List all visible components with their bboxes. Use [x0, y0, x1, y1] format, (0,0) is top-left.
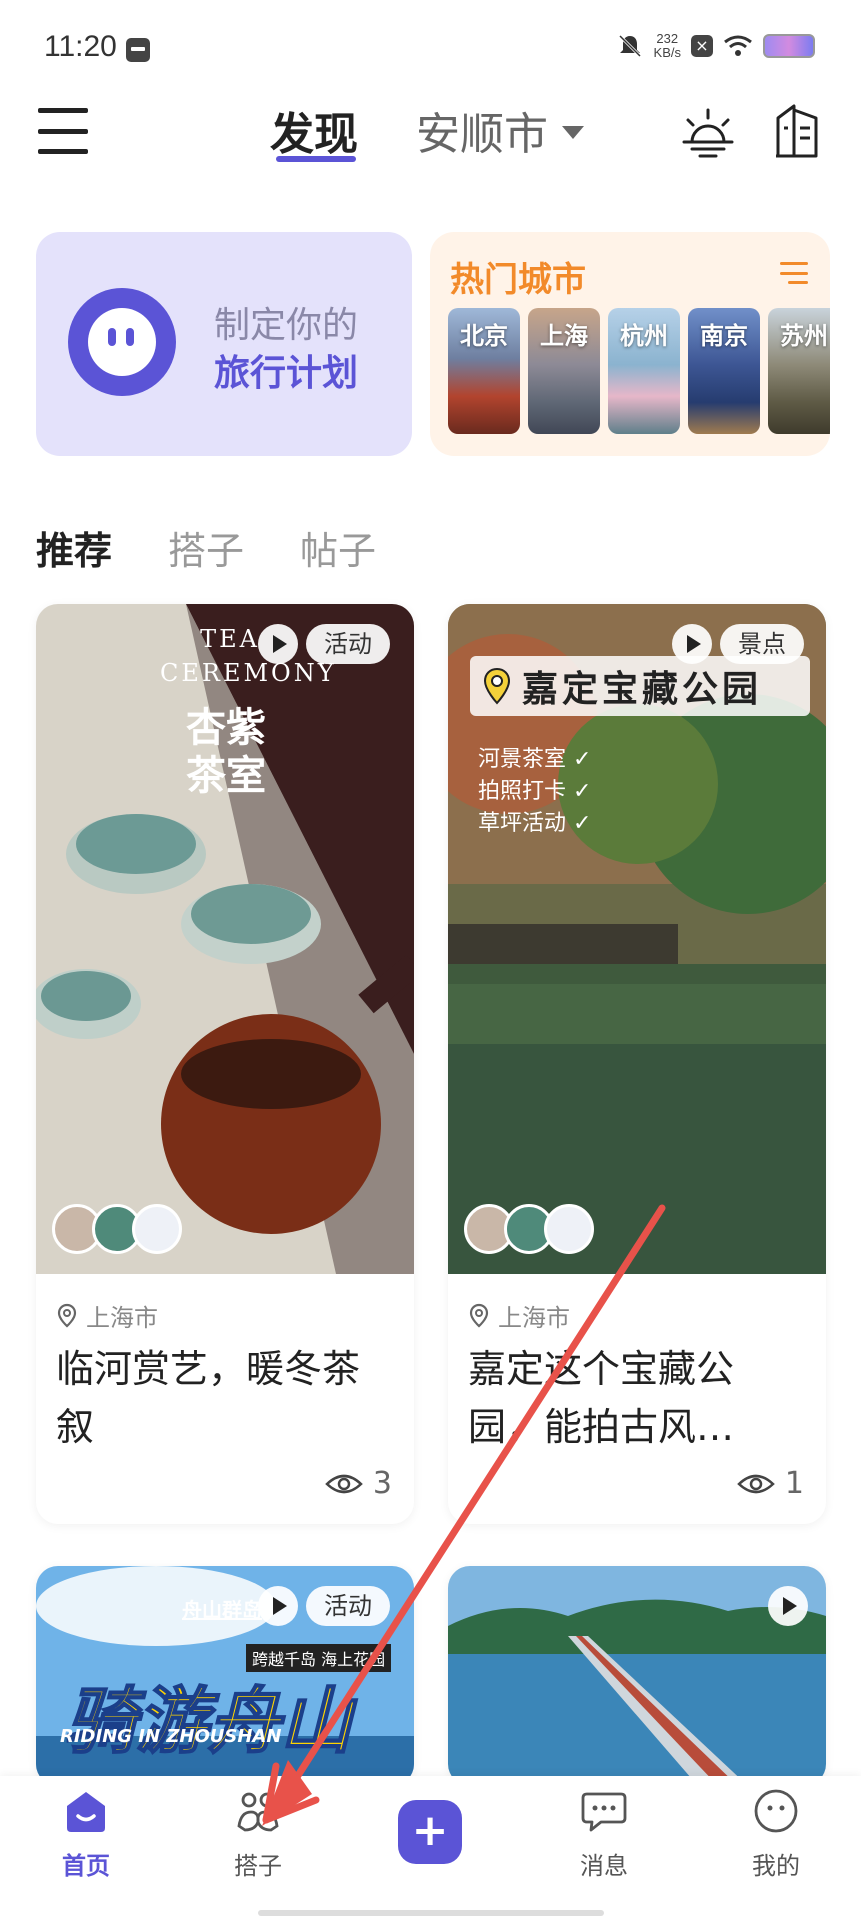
- card-overlay-cn: 杏紫 茶室: [186, 704, 266, 799]
- plan-card-line2: 旅行计划: [214, 353, 359, 394]
- mute-bell-icon: [618, 34, 641, 58]
- feed-card-park[interactable]: 嘉定宝藏公园 河景茶室 ✓ 拍照打卡 ✓ 草坪活动 ✓ 景点 上海市 嘉定这个宝…: [448, 604, 826, 1524]
- city-label-hangzhou: 杭州: [620, 322, 668, 350]
- add-post-button[interactable]: +: [398, 1800, 462, 1864]
- planner-mascot-icon: [68, 288, 176, 396]
- checklist-item: 河景茶室 ✓: [478, 747, 592, 772]
- mascot-face: [88, 308, 156, 376]
- card-location: 上海市: [56, 1298, 158, 1333]
- location-pin-icon: [469, 1303, 489, 1327]
- home-icon: [67, 1792, 105, 1832]
- city-label: 安顺市: [416, 109, 548, 160]
- plan-card-line1: 制定你的: [214, 305, 359, 346]
- city-selector[interactable]: 安顺市: [416, 98, 584, 162]
- list-icon[interactable]: [780, 262, 808, 284]
- card-views: 3: [325, 1466, 392, 1501]
- bottom-nav: 首页 搭子 + 消息 我的: [0, 1776, 861, 1920]
- nav-messages[interactable]: 消息: [544, 1786, 664, 1881]
- city-label-suzhou: 苏州: [780, 322, 828, 350]
- close-notif-icon: ×: [691, 35, 713, 57]
- nav-label-buddies: 搭子: [234, 1852, 282, 1880]
- net-speed: 232 KB/s: [654, 32, 681, 60]
- top-header: 发现 安顺市: [0, 90, 861, 180]
- tab-buddies[interactable]: 搭子: [168, 520, 244, 575]
- tab-discover-underline: [276, 156, 356, 162]
- card-views-count: 3: [372, 1466, 392, 1501]
- city-thumb-suzhou[interactable]: 苏州: [768, 308, 830, 434]
- card-title: 嘉定这个宝藏公园，能拍古风…: [468, 1347, 735, 1449]
- play-icon: [258, 1586, 298, 1626]
- card-overlay-title: 嘉定宝藏公园: [522, 669, 763, 710]
- checklist-item: 拍照打卡 ✓: [478, 779, 592, 804]
- tab-discover[interactable]: 发现: [270, 98, 358, 162]
- play-icon: [672, 624, 712, 664]
- card-tag: 活动: [306, 1586, 390, 1626]
- card-overlay-banner: 嘉定宝藏公园: [470, 656, 810, 716]
- net-speed-value: 232: [656, 31, 679, 46]
- tab-posts[interactable]: 帖子: [300, 520, 376, 575]
- nav-profile[interactable]: 我的: [716, 1786, 836, 1881]
- status-right-icons: 232 KB/s ×: [616, 32, 815, 60]
- sim-icon: [126, 38, 150, 62]
- hot-cities-title: 热门城市: [450, 260, 586, 300]
- wifi-icon: [724, 35, 752, 56]
- profile-icon: [754, 1789, 798, 1833]
- city-thumb-shanghai[interactable]: 上海: [528, 308, 600, 434]
- eye-icon: [325, 1474, 363, 1493]
- net-speed-unit: KB/s: [653, 45, 681, 60]
- feed-section-tabs: 推荐 搭子 帖子: [36, 520, 376, 575]
- battery-icon: [763, 34, 815, 58]
- card-location: 上海市: [468, 1298, 570, 1333]
- eye-icon: [737, 1474, 775, 1493]
- city-thumbs: 北京 上海 杭州 南京 苏州: [448, 308, 830, 434]
- feed-card-zhoushan[interactable]: 舟山群岛 跨越千岛 海上花园 骑游舟山 RIDING IN ZHOUSHAN 活…: [36, 1566, 414, 1786]
- card-overlay-en: RIDING IN ZHOUSHAN: [60, 1726, 282, 1747]
- home-indicator: [258, 1910, 604, 1916]
- nav-buddies[interactable]: 搭子: [198, 1786, 318, 1881]
- card-title: 临河赏艺，暖冬茶叙: [56, 1347, 361, 1449]
- nav-label-profile: 我的: [752, 1852, 800, 1880]
- card-tag: 景点: [720, 624, 804, 664]
- card-views-count: 1: [784, 1466, 804, 1501]
- nav-home[interactable]: 首页: [26, 1786, 146, 1881]
- building-icon[interactable]: [772, 100, 822, 160]
- card-views: 1: [737, 1466, 804, 1501]
- caret-down-icon: [562, 125, 584, 139]
- play-icon: [258, 624, 298, 664]
- location-pin-icon: [483, 667, 511, 705]
- participant-avatars: [464, 1204, 594, 1254]
- city-label-nanjing: 南京: [700, 322, 748, 350]
- checklist-item: 草坪活动 ✓: [478, 811, 592, 836]
- card-overlay-checklist: 河景茶室 ✓ 拍照打卡 ✓ 草坪活动 ✓: [478, 744, 591, 840]
- hot-cities-card: 热门城市 北京 上海 杭州 南京 苏州: [430, 232, 830, 456]
- avatar: [544, 1204, 594, 1254]
- card-overlay-brand: 舟山群岛: [182, 1598, 262, 1622]
- travel-plan-card[interactable]: 制定你的 旅行计划: [36, 232, 412, 456]
- participant-avatars: [52, 1204, 182, 1254]
- city-thumb-nanjing[interactable]: 南京: [688, 308, 760, 434]
- avatar: [132, 1204, 182, 1254]
- tab-recommend[interactable]: 推荐: [36, 520, 112, 575]
- status-bar: 11:20 232 KB/s ×: [0, 0, 861, 100]
- city-label-shanghai: 上海: [540, 322, 588, 350]
- city-thumb-hangzhou[interactable]: 杭州: [608, 308, 680, 434]
- weather-icon[interactable]: [680, 104, 736, 160]
- card-overlay-main: 骑游舟山: [63, 1678, 353, 1764]
- city-thumb-beijing[interactable]: 北京: [448, 308, 520, 434]
- nav-label-messages: 消息: [580, 1852, 628, 1880]
- message-icon: [581, 1792, 627, 1832]
- play-icon: [768, 1586, 808, 1626]
- status-time: 11:20: [44, 30, 117, 63]
- card-tag: 活动: [306, 624, 390, 664]
- card-location-text: 上海市: [86, 1304, 158, 1332]
- card-location-text: 上海市: [498, 1304, 570, 1332]
- feed-card-bridge[interactable]: [448, 1566, 826, 1786]
- location-pin-icon: [57, 1303, 77, 1327]
- nav-label-home: 首页: [62, 1852, 110, 1880]
- feed-card-tea[interactable]: TEA CEREMONY 杏紫 茶室 活动 上海市 临河赏艺，暖冬茶叙 3: [36, 604, 414, 1524]
- menu-icon[interactable]: [38, 108, 88, 154]
- city-label-beijing: 北京: [460, 322, 508, 350]
- buddies-icon: [237, 1792, 279, 1832]
